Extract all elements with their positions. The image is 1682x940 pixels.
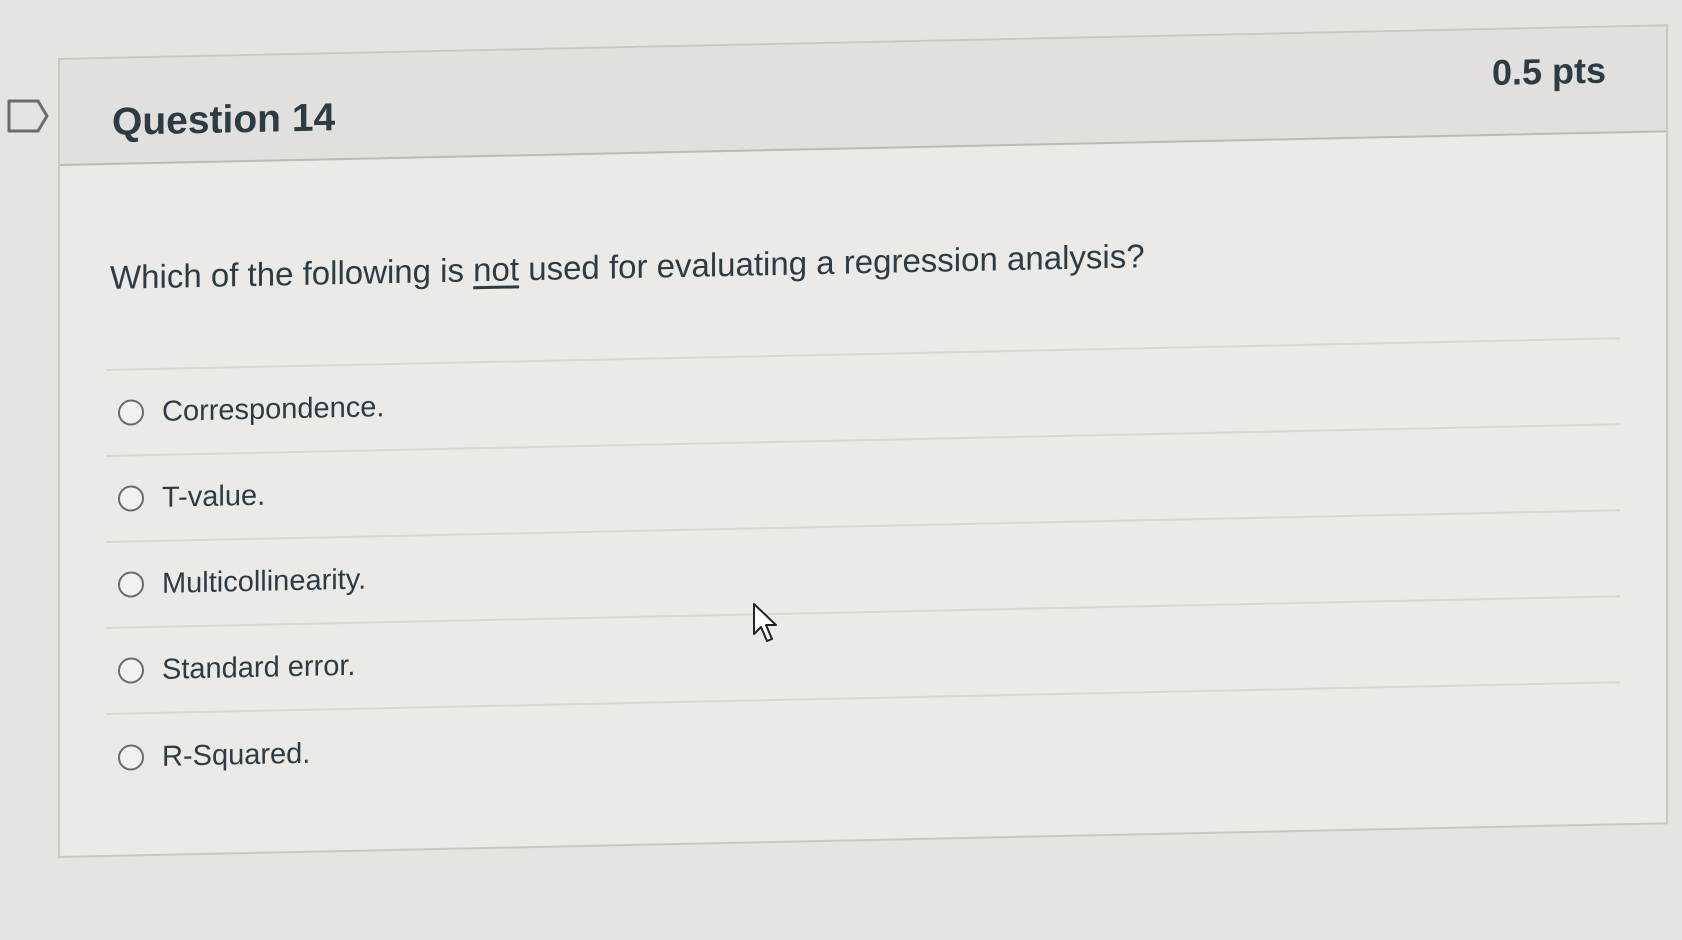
question-text-before: Which of the following is	[110, 251, 474, 296]
answer-label[interactable]: T-value.	[162, 479, 265, 514]
radio-button-icon[interactable]	[118, 399, 144, 426]
answer-list: Correspondence. T-value. Multicollineari…	[106, 337, 1620, 801]
answer-label[interactable]: Multicollinearity.	[162, 563, 366, 600]
radio-button-icon[interactable]	[118, 485, 144, 512]
flag-question-icon[interactable]	[6, 98, 50, 134]
question-title: Question 14	[112, 96, 336, 144]
question-text-emphasis: not	[473, 250, 520, 289]
question-text: Which of the following is not used for e…	[110, 237, 1145, 297]
question-header: Question 14 0.5 pts	[60, 26, 1666, 166]
question-text-after: used for evaluating a regression analysi…	[519, 237, 1145, 288]
radio-button-icon[interactable]	[118, 571, 144, 598]
answer-label[interactable]: R-Squared.	[162, 737, 310, 773]
radio-button-icon[interactable]	[118, 657, 144, 684]
radio-button-icon[interactable]	[118, 744, 144, 771]
answer-label[interactable]: Correspondence.	[162, 391, 384, 429]
answer-label[interactable]: Standard error.	[162, 649, 355, 686]
question-card: Question 14 0.5 pts Which of the followi…	[58, 24, 1668, 858]
question-points: 0.5 pts	[1491, 49, 1606, 93]
mouse-pointer-icon	[753, 603, 777, 642]
